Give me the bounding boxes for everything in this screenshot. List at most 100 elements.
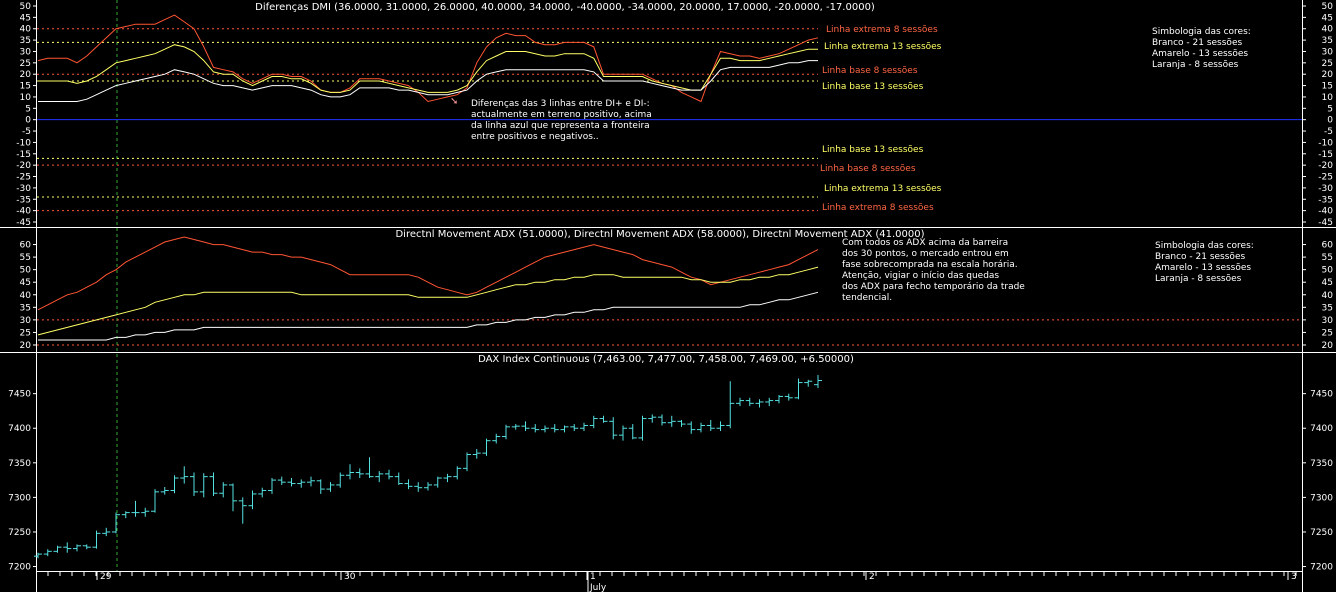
- y-tick-label: 60: [20, 241, 32, 251]
- background: [0, 0, 1336, 592]
- y-tick-label: 50: [1322, 266, 1334, 276]
- adx-annotation-line: dos ADX para fecho temporário da trade: [842, 282, 1025, 292]
- y-tick-label: 20: [20, 341, 32, 351]
- y-tick-label: -40: [1318, 207, 1333, 217]
- x-axis-label: 2: [869, 572, 875, 582]
- annotation-arrow-icon: ➘: [450, 96, 458, 107]
- y-tick-label: 7250: [1310, 528, 1333, 538]
- y-tick-label: 40: [20, 291, 32, 301]
- y-tick-label: 40: [1322, 291, 1334, 301]
- y-tick-label: 25: [1322, 59, 1333, 69]
- level-label: Linha extrema 8 sessões: [822, 203, 934, 213]
- adx-annotation-line: tendencial.: [842, 293, 892, 303]
- y-tick-label: -5: [22, 127, 31, 137]
- y-tick-label: 20: [1322, 70, 1334, 80]
- y-tick-label: 30: [1322, 47, 1334, 57]
- x-axis-label: 1: [590, 572, 596, 582]
- y-tick-label: 20: [1322, 341, 1334, 351]
- dmi-legend-item: Amarelo - 13 sessões: [1152, 49, 1248, 59]
- y-tick-label: -30: [1318, 184, 1333, 194]
- y-tick-label: 7300: [1310, 493, 1333, 503]
- y-tick-label: -25: [1318, 173, 1333, 183]
- y-tick-label: 0: [1327, 116, 1333, 126]
- dmi-legend-title: Simbologia das cores:: [1152, 27, 1251, 37]
- y-tick-label: 7200: [8, 563, 31, 573]
- chart-canvas[interactable]: 50454035302520151050-5-10-15-20-25-30-35…: [0, 0, 1336, 592]
- y-tick-label: 10: [20, 93, 32, 103]
- y-tick-label: -15: [16, 150, 31, 160]
- dmi-legend-item: Branco - 21 sessões: [1152, 38, 1242, 48]
- dmi-annotation-line: Diferenças das 3 linhas entre DI+ e DI-:: [471, 99, 650, 109]
- y-tick-label: 7400: [8, 424, 31, 434]
- y-tick-label: 7300: [8, 493, 31, 503]
- x-axis-label: 3: [1291, 572, 1297, 582]
- dmi-annotation-line: entre positivos e negativos..: [471, 132, 599, 142]
- y-tick-label: -45: [1318, 218, 1333, 228]
- y-tick-label: 55: [1322, 253, 1333, 263]
- x-axis-month-label: July: [589, 583, 607, 592]
- dmi-panel-title: Diferenças DMI (36.0000, 31.0000, 26.000…: [255, 2, 875, 13]
- y-tick-label: 50: [20, 266, 32, 276]
- level-label: Linha base 8 sessões: [820, 164, 916, 174]
- y-tick-label: 35: [20, 36, 31, 46]
- y-tick-label: -5: [1324, 127, 1333, 137]
- y-tick-label: -45: [16, 218, 31, 228]
- y-tick-label: 55: [20, 253, 31, 263]
- price-panel-title: DAX Index Continuous (7,463.00, 7,477.00…: [478, 354, 854, 365]
- adx-legend-item: Amarelo - 13 sessões: [1155, 263, 1251, 273]
- adx-annotation-line: fase sobrecomprada na escala horária.: [842, 260, 1018, 270]
- y-tick-label: 7350: [8, 459, 31, 469]
- y-tick-label: 7450: [1310, 390, 1333, 400]
- y-tick-label: 25: [20, 328, 31, 338]
- y-tick-label: 15: [1322, 82, 1333, 92]
- y-tick-label: 0: [25, 116, 31, 126]
- level-label: Linha base 8 sessões: [822, 66, 918, 76]
- y-tick-label: 30: [1322, 316, 1334, 326]
- dmi-legend: Simbologia das cores: Branco - 21 sessõe…: [1152, 27, 1251, 70]
- y-tick-label: 35: [20, 303, 31, 313]
- level-label: Linha base 13 sessões: [822, 145, 924, 155]
- y-tick-label: -30: [16, 184, 31, 194]
- adx-legend-title: Simbologia das cores:: [1155, 241, 1254, 251]
- dmi-annotation-line: da linha azul que representa a fronteira: [471, 121, 650, 131]
- adx-annotation-line: Com todos os ADX acima da barreira: [842, 238, 1008, 248]
- x-axis-label: 30: [344, 572, 356, 582]
- y-tick-label: 5: [1327, 104, 1333, 114]
- y-tick-label: 45: [1322, 13, 1333, 23]
- y-tick-label: 15: [20, 82, 31, 92]
- adx-legend-item: Laranja - 8 sessões: [1155, 274, 1242, 284]
- y-tick-label: 30: [20, 47, 32, 57]
- y-tick-label: 7200: [1310, 563, 1333, 573]
- y-tick-label: 45: [1322, 278, 1333, 288]
- y-tick-label: -10: [16, 138, 31, 148]
- y-tick-label: 5: [25, 104, 31, 114]
- y-tick-label: -35: [1318, 195, 1333, 205]
- level-label: Linha extrema 13 sessões: [824, 42, 942, 52]
- adx-legend-item: Branco - 21 sessões: [1155, 252, 1245, 262]
- y-tick-label: 60: [1322, 241, 1334, 251]
- y-tick-label: -35: [16, 195, 31, 205]
- level-label: Linha base 13 sessões: [822, 82, 924, 92]
- y-tick-label: 7400: [1310, 424, 1333, 434]
- level-label: Linha extrema 13 sessões: [824, 184, 942, 194]
- y-tick-label: 25: [1322, 328, 1333, 338]
- y-tick-label: 40: [20, 25, 32, 35]
- y-tick-label: 35: [1322, 303, 1333, 313]
- y-tick-label: 10: [1322, 93, 1334, 103]
- adx-annotation-line: Atenção, vigiar o início das quedas: [842, 271, 999, 281]
- y-tick-label: -15: [1318, 150, 1333, 160]
- y-tick-label: 50: [20, 2, 32, 12]
- y-tick-label: -25: [16, 173, 31, 183]
- y-tick-label: 35: [1322, 36, 1333, 46]
- y-tick-label: 7250: [8, 528, 31, 538]
- y-tick-label: -20: [1318, 161, 1333, 171]
- adx-annotation-line: dos 30 pontos, o mercado entrou em: [842, 249, 1009, 259]
- y-tick-label: 25: [20, 59, 31, 69]
- dmi-annotation-line: actualmente em terreno positivo, acima: [471, 110, 652, 120]
- x-axis-label: 29: [100, 572, 112, 582]
- y-tick-label: 45: [20, 13, 31, 23]
- y-tick-label: 30: [20, 316, 32, 326]
- y-tick-label: -10: [1318, 138, 1333, 148]
- y-tick-label: 20: [20, 70, 32, 80]
- y-tick-label: 7350: [1310, 459, 1333, 469]
